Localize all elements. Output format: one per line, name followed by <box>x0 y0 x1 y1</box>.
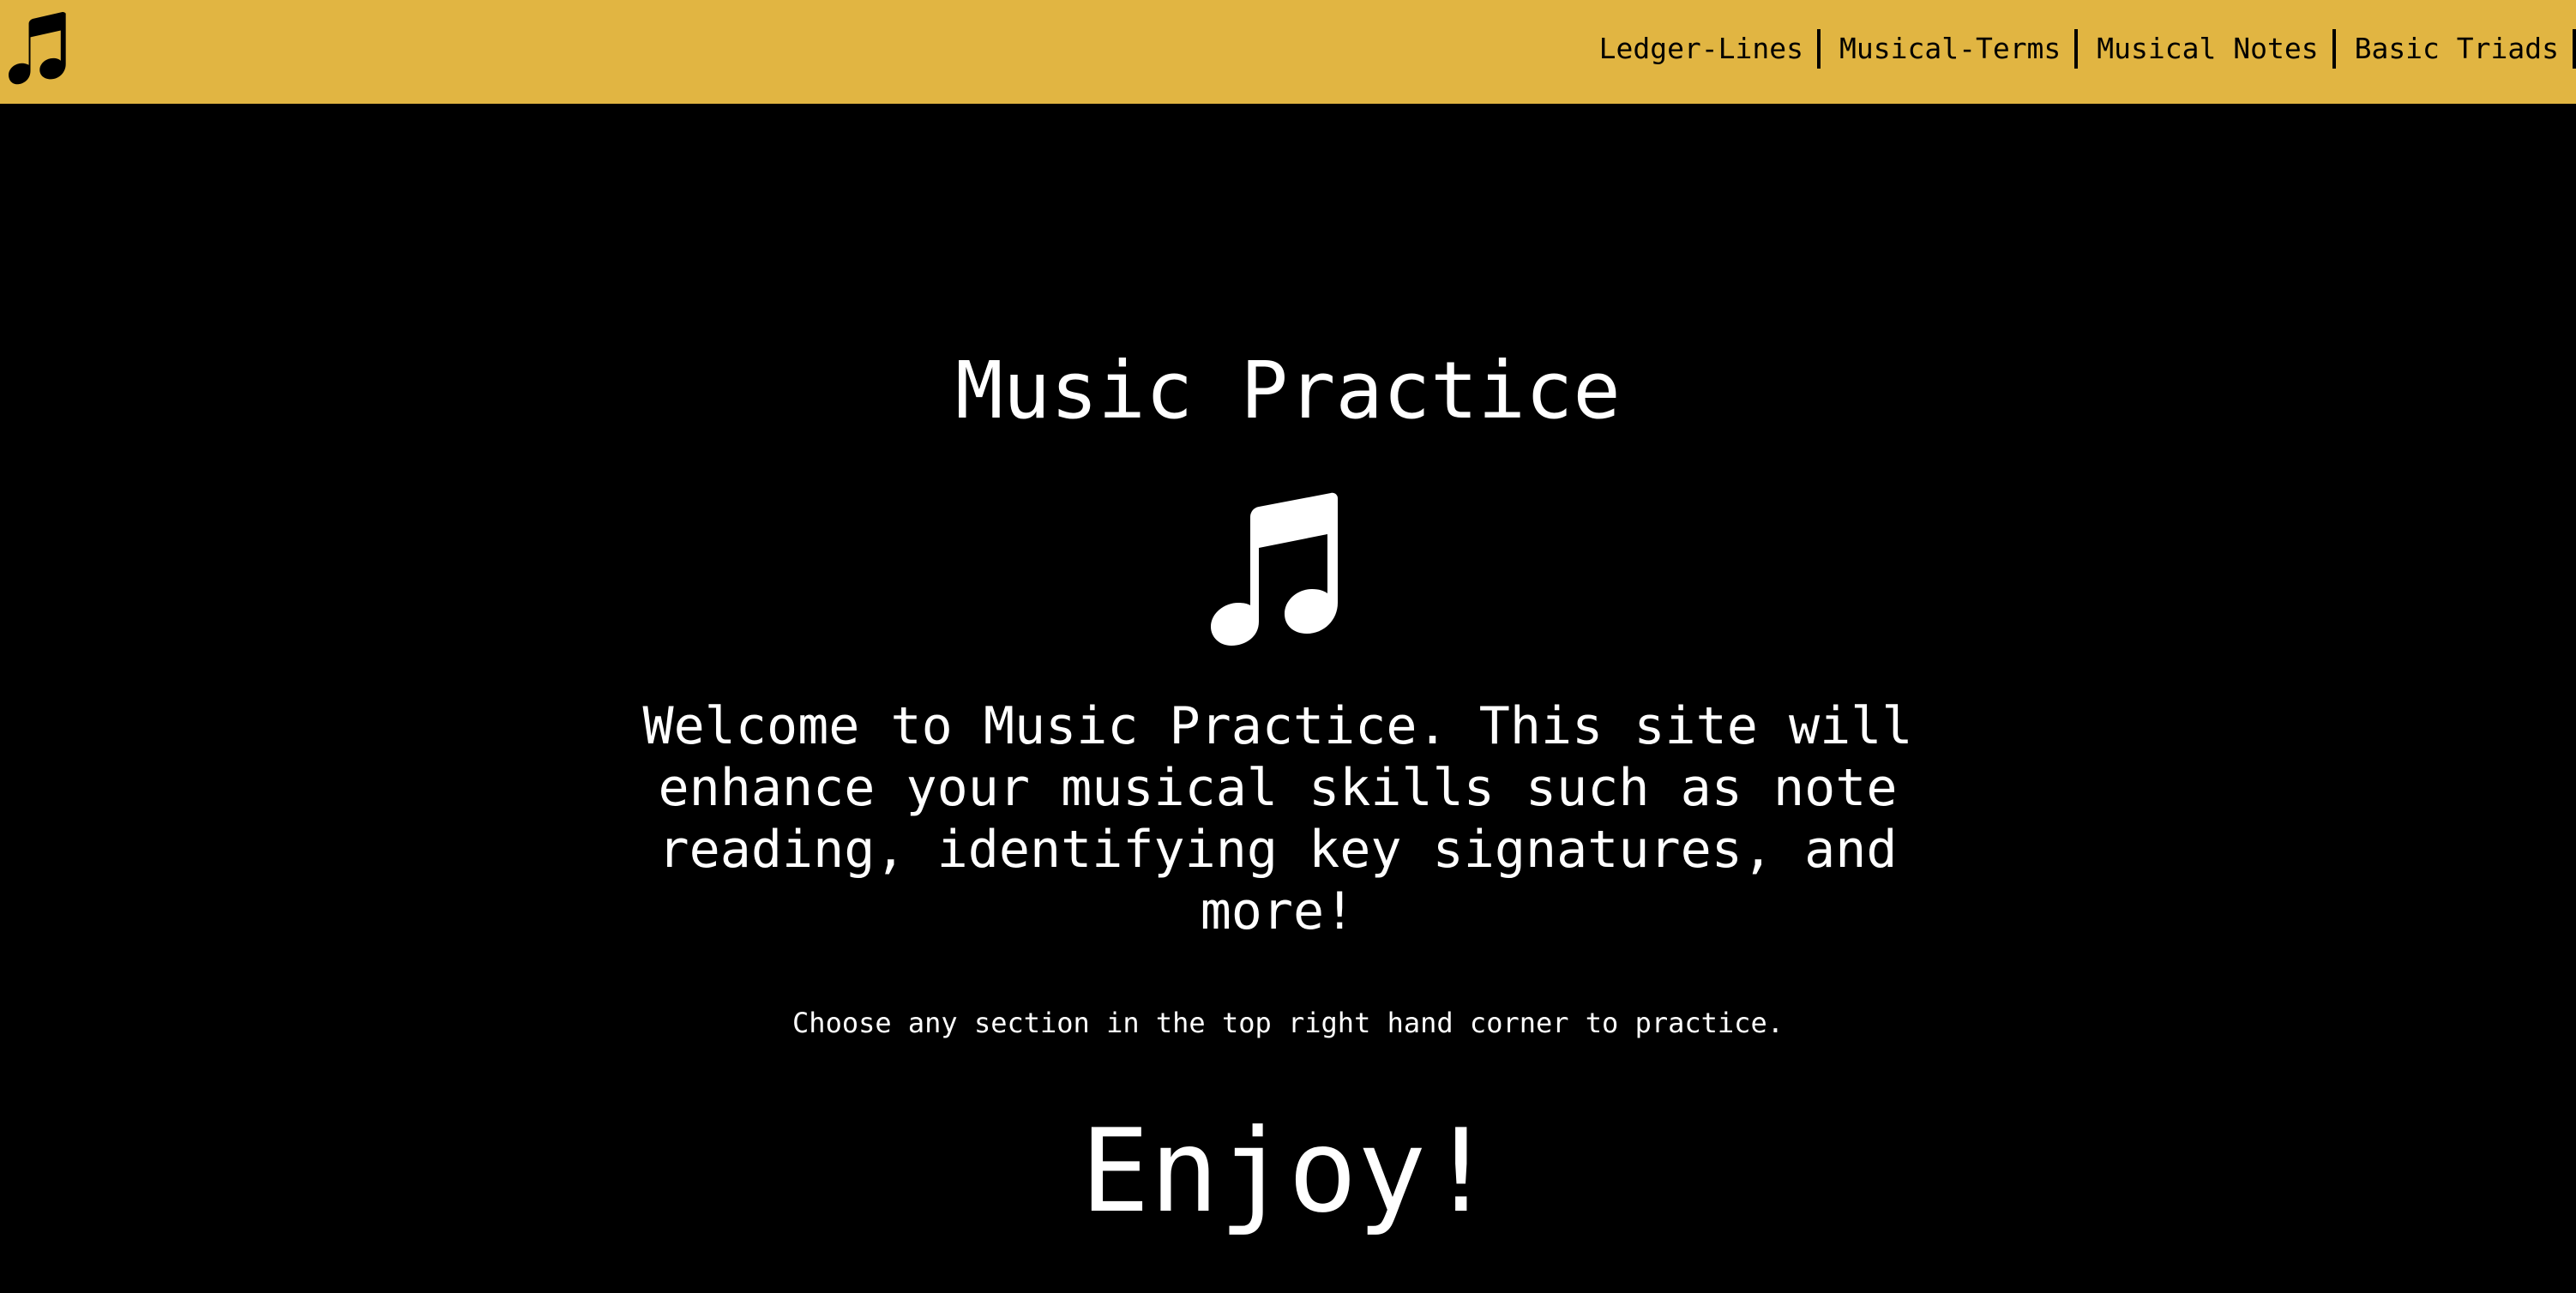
page-title: Music Practice <box>955 345 1621 436</box>
welcome-text: Welcome to Music Practice. This site wil… <box>642 696 1913 941</box>
music-note-icon <box>1211 492 1338 646</box>
instruction-text: Choose any section in the top right hand… <box>792 1007 1784 1039</box>
closing-text: Enjoy! <box>1080 1104 1496 1238</box>
nav-link-musical-notes[interactable]: Musical Notes <box>2078 29 2336 69</box>
music-note-icon[interactable] <box>7 12 69 86</box>
nav-link-basic-triads[interactable]: Basic Triads <box>2336 29 2576 69</box>
nav-link-musical-terms[interactable]: Musical-Terms <box>1821 29 2079 69</box>
top-navigation-bar: Ledger-Lines Musical-Terms Musical Notes… <box>0 0 2576 104</box>
nav-link-ledger-lines[interactable]: Ledger-Lines <box>1599 29 1821 69</box>
section-nav: Ledger-Lines Musical-Terms Musical Notes… <box>1599 27 2576 70</box>
